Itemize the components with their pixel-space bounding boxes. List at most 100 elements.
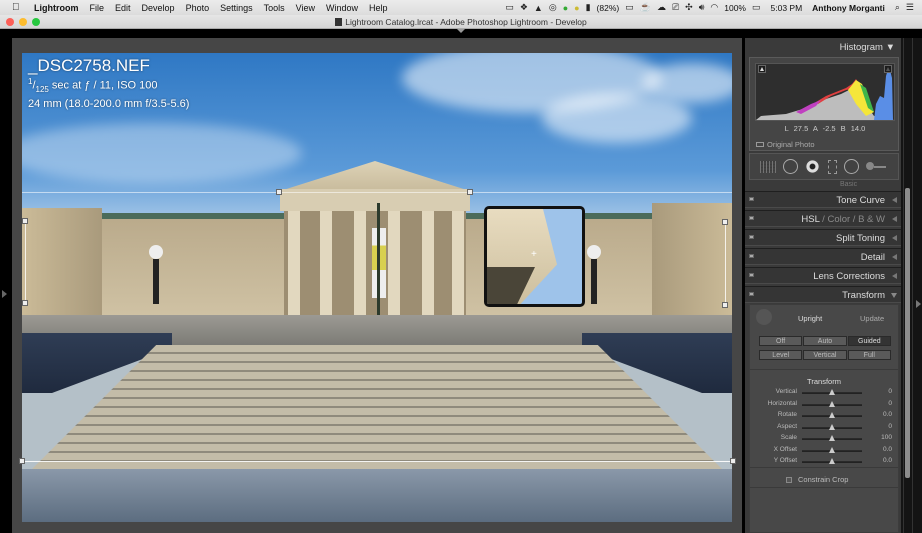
cloud-icon[interactable]: ☁ [657, 2, 666, 13]
slider-value[interactable]: 0.0 [883, 411, 892, 418]
section-toggle-switch[interactable] [749, 273, 754, 277]
slider-knob[interactable] [829, 458, 835, 464]
battery-app-icon[interactable]: ▮ [586, 2, 591, 13]
dropbox-icon[interactable]: ❖ [520, 2, 528, 13]
guide-line-horizontal[interactable] [22, 461, 732, 462]
slider-knob[interactable] [829, 389, 835, 395]
slider-knob[interactable] [829, 423, 835, 430]
slider-y-offset[interactable]: Y Offset 0.0 [750, 456, 898, 467]
coffee-icon[interactable]: ☕ [640, 2, 651, 13]
expand-triangle-icon[interactable] [892, 197, 897, 203]
crop-overlay-icon[interactable] [759, 160, 776, 173]
section-split-toning[interactable]: Split Toning [745, 229, 901, 246]
menu-photo[interactable]: Photo [186, 3, 210, 13]
tab-bw[interactable]: B & W [858, 214, 885, 225]
menu-app-lightroom[interactable]: Lightroom [34, 3, 79, 13]
google-drive-icon[interactable]: ▲ [534, 3, 543, 13]
user-name[interactable]: Anthony Morganti [812, 3, 885, 13]
left-panel-toggle-icon[interactable] [2, 290, 7, 298]
checkbox-icon[interactable] [786, 477, 792, 483]
upright-full-button[interactable]: Full [847, 350, 891, 360]
clock[interactable]: 5:03 PM [771, 3, 803, 13]
evernote-icon[interactable]: ● [563, 3, 568, 13]
slider-x-offset[interactable]: X Offset 0.0 [750, 445, 898, 456]
tab-color[interactable]: Color [827, 214, 850, 225]
shadow-clipping-toggle[interactable] [758, 65, 766, 73]
slider-rotate[interactable]: Rotate 0.0 [750, 410, 898, 421]
guide-handle[interactable] [276, 189, 282, 195]
slider-horizontal[interactable]: Horizontal 0 [750, 399, 898, 410]
menu-view[interactable]: View [296, 3, 315, 13]
highlight-clipping-toggle[interactable] [884, 65, 892, 73]
graduated-filter-icon[interactable] [827, 159, 837, 174]
upright-off-button[interactable]: Off [759, 336, 803, 346]
adjustment-brush-icon[interactable] [866, 161, 888, 171]
menu-develop[interactable]: Develop [142, 3, 175, 13]
guide-line-horizontal[interactable] [22, 192, 732, 193]
section-toggle-switch[interactable] [749, 197, 754, 201]
bluetooth-icon[interactable]: ✣ [685, 2, 693, 13]
section-toggle-switch[interactable] [749, 254, 754, 258]
battery-icon[interactable]: ▭ [752, 2, 761, 13]
menu-tools[interactable]: Tools [264, 3, 285, 13]
menu-help[interactable]: Help [369, 3, 388, 13]
slider-aspect[interactable]: Aspect 0 [750, 422, 898, 433]
red-eye-icon[interactable] [805, 159, 821, 174]
expand-triangle-icon[interactable] [892, 254, 897, 260]
right-panel-toggle-icon[interactable] [916, 300, 921, 308]
spot-removal-icon[interactable] [782, 159, 798, 174]
upright-vertical-button[interactable]: Vertical [803, 350, 847, 360]
slider-value[interactable]: 100 [881, 434, 892, 441]
section-toggle-switch[interactable] [749, 235, 754, 239]
section-toggle-switch[interactable] [749, 292, 754, 296]
guide-handle[interactable] [22, 300, 28, 306]
upright-level-button[interactable]: Level [759, 350, 803, 360]
creative-cloud-icon[interactable]: ◎ [549, 2, 557, 13]
slider-scale[interactable]: Scale 100 [750, 433, 898, 444]
section-detail[interactable]: Detail [745, 248, 901, 265]
menu-edit[interactable]: Edit [115, 3, 131, 13]
slider-knob[interactable] [829, 435, 835, 441]
slider-knob[interactable] [829, 446, 835, 453]
original-photo-toggle[interactable]: Original Photo [756, 140, 815, 149]
photo-preview[interactable] [22, 53, 732, 522]
section-hsl-color-bw[interactable]: HSL / Color / B & W [745, 210, 901, 227]
histogram-graph[interactable] [755, 63, 895, 121]
menu-icon[interactable]: ▭ [625, 2, 634, 13]
guide-line-vertical[interactable] [25, 221, 26, 303]
guide-handle[interactable] [19, 458, 25, 464]
section-transform[interactable]: Transform [745, 286, 901, 303]
section-toggle-switch[interactable] [749, 216, 754, 220]
menu-window[interactable]: Window [326, 3, 358, 13]
slider-value[interactable]: 0 [888, 423, 892, 430]
guide-handle[interactable] [730, 458, 736, 464]
apple-menu-icon[interactable]:  [12, 2, 26, 13]
slider-value[interactable]: 0 [888, 400, 892, 407]
collapse-triangle-icon[interactable]: ▼ [886, 42, 895, 53]
guide-handle[interactable] [722, 302, 728, 308]
guide-handle[interactable] [467, 189, 473, 195]
wifi-icon[interactable]: ◠ [710, 2, 718, 13]
slider-value[interactable]: 0.0 [883, 457, 892, 464]
section-lens-corrections[interactable]: Lens Corrections [745, 267, 901, 284]
constrain-crop-checkbox[interactable]: Constrain Crop [786, 475, 848, 484]
tab-hsl[interactable]: HSL [801, 214, 819, 225]
slider-value[interactable]: 0.0 [883, 446, 892, 453]
slider-vertical[interactable]: Vertical 0 [750, 387, 898, 398]
menu-settings[interactable]: Settings [220, 3, 253, 13]
volume-icon[interactable]: 🔊︎ [699, 2, 705, 13]
expand-triangle-icon[interactable] [892, 235, 897, 241]
expand-triangle-icon[interactable] [892, 273, 897, 279]
collapse-triangle-icon[interactable] [891, 293, 897, 298]
slider-knob[interactable] [829, 412, 835, 418]
upright-guided-button[interactable]: Guided [847, 336, 891, 346]
list-icon[interactable]: ☰ [906, 2, 914, 13]
menu-file[interactable]: File [90, 3, 105, 13]
guide-line-vertical[interactable] [725, 222, 726, 304]
top-panel-toggle-icon[interactable] [457, 29, 465, 33]
slider-value[interactable]: 0 [888, 388, 892, 395]
upright-auto-button[interactable]: Auto [803, 336, 847, 346]
search-icon[interactable]: ⌕ [895, 2, 900, 13]
scrollbar-thumb[interactable] [905, 188, 910, 478]
slider-knob[interactable] [829, 400, 835, 407]
